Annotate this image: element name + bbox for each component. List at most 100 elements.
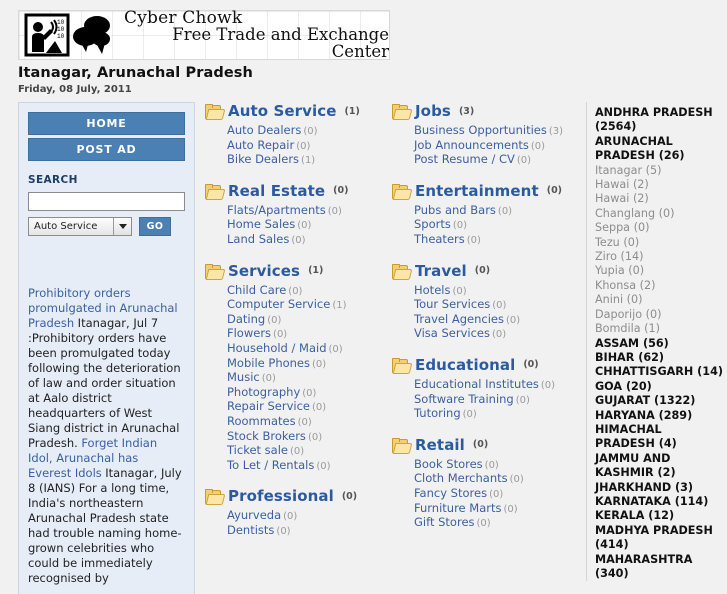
- category-title[interactable]: Entertainment: [415, 182, 539, 200]
- subcategory-item[interactable]: Stock Brokers (0): [227, 429, 391, 445]
- state-link[interactable]: HIMACHAL PRADESH (4): [595, 423, 725, 452]
- subcategory-item[interactable]: Repair Service (0): [227, 400, 391, 415]
- category-title[interactable]: Auto Service: [228, 102, 337, 120]
- state-link[interactable]: JHARKHAND (3): [595, 481, 725, 495]
- home-button[interactable]: HOME: [28, 112, 185, 135]
- state-link[interactable]: MADHYA PRADESH (414): [595, 524, 725, 553]
- subcategory-link[interactable]: Household / Maid: [227, 341, 327, 355]
- subcategory-link[interactable]: Mobile Phones: [227, 356, 310, 370]
- state-link[interactable]: GOA (20): [595, 380, 725, 394]
- subcategory-item[interactable]: Software Training (0): [414, 392, 578, 408]
- subcategory-item[interactable]: Fancy Stores (0): [414, 486, 578, 502]
- subcategory-link[interactable]: Visa Services: [414, 326, 490, 341]
- city-link[interactable]: Khonsa (2): [595, 279, 725, 293]
- subcategory-link[interactable]: Stock Brokers: [227, 429, 306, 443]
- state-link[interactable]: ARUNACHAL PRADESH (26): [595, 135, 725, 164]
- category-header[interactable]: Real Estate (0): [205, 182, 391, 200]
- subcategory-item[interactable]: Furniture Marts (0): [414, 501, 578, 517]
- category-header[interactable]: Jobs (3): [392, 102, 578, 120]
- state-link[interactable]: CHHATTISGARH (14): [595, 365, 725, 379]
- city-link[interactable]: Bomdila (1): [595, 322, 725, 336]
- subcategory-item[interactable]: Dating (0): [227, 312, 391, 328]
- subcategory-item[interactable]: Educational Institutes (0): [414, 377, 578, 393]
- category-header[interactable]: Services (1): [205, 262, 391, 280]
- subcategory-link[interactable]: Ayurveda: [227, 508, 281, 522]
- subcategory-item[interactable]: Photography (0): [227, 385, 391, 401]
- city-link[interactable]: Yupia (0): [595, 264, 725, 278]
- subcategory-item[interactable]: Bike Dealers (1): [227, 152, 391, 168]
- city-link[interactable]: Hawai (2): [595, 178, 725, 192]
- subcategory-item[interactable]: Dentists (0): [227, 523, 391, 539]
- category-header[interactable]: Auto Service (1): [205, 102, 391, 120]
- state-link[interactable]: GUJARAT (1322): [595, 394, 725, 408]
- subcategory-link[interactable]: Dating: [227, 312, 265, 326]
- category-title[interactable]: Real Estate: [228, 182, 325, 200]
- subcategory-item[interactable]: Hotels (0): [414, 283, 578, 299]
- subcategory-link[interactable]: Bike Dealers: [227, 152, 299, 166]
- subcategory-link[interactable]: Music: [227, 370, 260, 384]
- city-link[interactable]: Seppa (0): [595, 221, 725, 235]
- category-header[interactable]: Travel (0): [392, 262, 578, 280]
- category-header[interactable]: Entertainment (0): [392, 182, 578, 200]
- subcategory-item[interactable]: Household / Maid (0): [227, 341, 391, 357]
- subcategory-link[interactable]: Auto Repair: [227, 138, 294, 152]
- subcategory-link[interactable]: Repair Service: [227, 399, 310, 414]
- state-link[interactable]: HARYANA (289): [595, 409, 725, 423]
- subcategory-link[interactable]: Dentists: [227, 523, 274, 537]
- subcategory-item[interactable]: Auto Repair (0): [227, 138, 391, 154]
- subcategory-item[interactable]: Home Sales (0): [227, 218, 391, 233]
- state-link[interactable]: MAHARASHTRA (340): [595, 553, 725, 582]
- subcategory-item[interactable]: Music (0): [227, 370, 391, 386]
- subcategory-item[interactable]: Job Announcements (0): [414, 138, 578, 154]
- state-link[interactable]: KARNATAKA (114): [595, 495, 725, 509]
- subcategory-link[interactable]: Fancy Stores: [414, 486, 487, 500]
- subcategory-link[interactable]: To Let / Rentals: [227, 458, 314, 472]
- subcategory-item[interactable]: Book Stores (0): [414, 457, 578, 473]
- subcategory-item[interactable]: Ayurveda (0): [227, 508, 391, 524]
- subcategory-link[interactable]: Job Announcements: [414, 138, 529, 152]
- subcategory-link[interactable]: Cloth Merchants: [414, 471, 508, 486]
- category-title[interactable]: Jobs: [415, 102, 451, 120]
- subcategory-item[interactable]: Gift Stores (0): [414, 515, 578, 531]
- subcategory-link[interactable]: Post Resume / CV: [414, 152, 515, 166]
- state-link[interactable]: ANDHRA PRADESH (2564): [595, 106, 725, 135]
- city-link[interactable]: Hawai (2): [595, 192, 725, 206]
- state-link[interactable]: ASSAM (56): [595, 337, 725, 351]
- subcategory-item[interactable]: Business Opportunities (3): [414, 123, 578, 139]
- subcategory-link[interactable]: Hotels: [414, 283, 450, 297]
- subcategory-item[interactable]: Auto Dealers (0): [227, 123, 391, 139]
- subcategory-link[interactable]: Ticket sale: [227, 443, 288, 457]
- search-input[interactable]: [28, 192, 185, 211]
- subcategory-link[interactable]: Sports: [414, 217, 451, 232]
- subcategory-link[interactable]: Flowers: [227, 326, 271, 341]
- subcategory-link[interactable]: Auto Dealers: [227, 123, 301, 137]
- city-link[interactable]: Changlang (0): [595, 207, 725, 221]
- subcategory-item[interactable]: Mobile Phones (0): [227, 356, 391, 372]
- subcategory-link[interactable]: Travel Agencies: [414, 312, 504, 326]
- subcategory-link[interactable]: Software Training: [414, 392, 514, 406]
- subcategory-item[interactable]: Roommates (0): [227, 414, 391, 430]
- subcategory-item[interactable]: Sports (0): [414, 218, 578, 233]
- subcategory-link[interactable]: Gift Stores: [414, 515, 475, 529]
- subcategory-link[interactable]: Book Stores: [414, 457, 483, 471]
- subcategory-item[interactable]: Theaters (0): [414, 232, 578, 248]
- city-link[interactable]: Daporijo (0): [595, 308, 725, 322]
- subcategory-item[interactable]: Tutoring (0): [414, 406, 578, 422]
- subcategory-item[interactable]: Visa Services (0): [414, 327, 578, 342]
- category-header[interactable]: Educational (0): [392, 356, 578, 374]
- category-title[interactable]: Educational: [415, 356, 515, 374]
- category-select[interactable]: Auto Service: [28, 217, 132, 236]
- state-link[interactable]: BIHAR (62): [595, 351, 725, 365]
- subcategory-link[interactable]: Business Opportunities: [414, 123, 547, 137]
- subcategory-link[interactable]: Tutoring: [414, 406, 461, 420]
- subcategory-link[interactable]: Theaters: [414, 232, 465, 246]
- post-ad-button[interactable]: POST AD: [28, 138, 185, 161]
- subcategory-link[interactable]: Flats/Apartments: [227, 203, 326, 217]
- subcategory-item[interactable]: Cloth Merchants (0): [414, 472, 578, 487]
- subcategory-item[interactable]: To Let / Rentals (0): [227, 458, 391, 474]
- category-title[interactable]: Professional: [228, 487, 334, 505]
- city-link[interactable]: Ziro (14): [595, 250, 725, 264]
- category-title[interactable]: Travel: [415, 262, 467, 280]
- subcategory-link[interactable]: Land Sales: [227, 232, 289, 246]
- subcategory-item[interactable]: Pubs and Bars (0): [414, 203, 578, 219]
